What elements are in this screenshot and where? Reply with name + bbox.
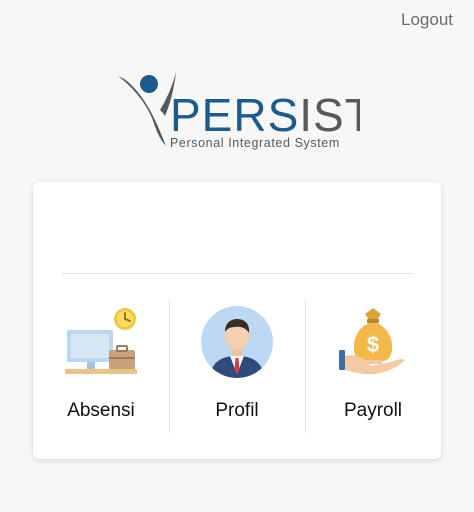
profile-person-icon xyxy=(201,306,273,378)
menu-item-label: Profil xyxy=(215,400,259,421)
persist-logo: PERSIST Personal Integrated System xyxy=(118,72,360,150)
logo-brand-accent: I xyxy=(299,89,313,141)
logo-brand-suffix: ST xyxy=(313,89,360,141)
card-divider xyxy=(61,273,413,274)
menu-grid: Absensi Profil $ Payroll xyxy=(33,300,441,433)
logo-tagline: Personal Integrated System xyxy=(170,136,340,150)
payroll-money-bag-icon: $ xyxy=(339,308,405,375)
logo-figure-icon xyxy=(118,72,176,146)
svg-text:PERSIST: PERSIST xyxy=(170,89,360,141)
svg-text:$: $ xyxy=(367,332,379,357)
attendance-desk-clock-icon xyxy=(65,308,137,374)
logout-link[interactable]: Logout xyxy=(401,10,453,30)
logo-brand-prefix: PERS xyxy=(170,89,299,141)
menu-item-profil[interactable]: Profil xyxy=(169,300,305,433)
menu-item-label: Payroll xyxy=(343,400,403,421)
menu-item-label: Absensi xyxy=(67,400,135,421)
main-card: Absensi Profil $ Payroll xyxy=(33,182,441,459)
menu-item-absensi[interactable]: Absensi xyxy=(33,300,169,433)
menu-item-payroll[interactable]: $ Payroll xyxy=(305,300,441,433)
